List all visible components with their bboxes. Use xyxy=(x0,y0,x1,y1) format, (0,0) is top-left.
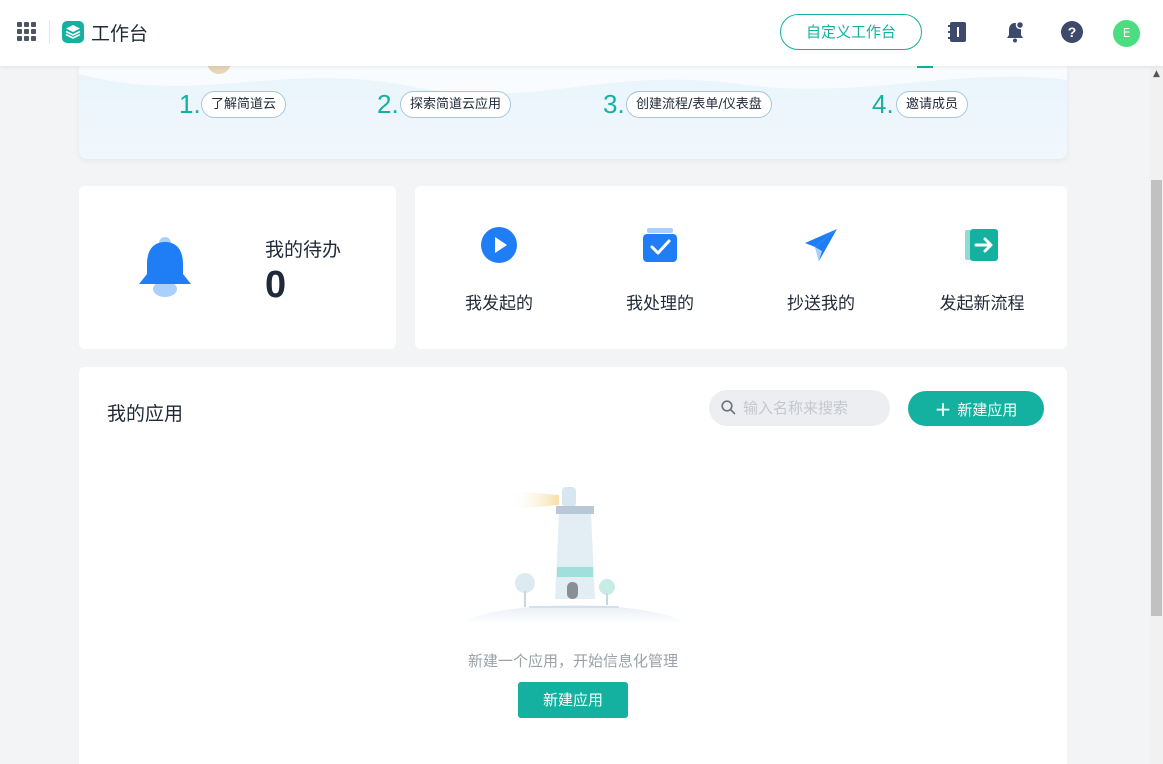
help-icon[interactable]: ? xyxy=(1060,20,1084,44)
new-app-button-label: 新建应用 xyxy=(957,401,1018,419)
quick-action-label: 我发起的 xyxy=(465,294,533,314)
play-circle-icon xyxy=(481,227,517,263)
app-title: 工作台 xyxy=(91,23,149,45)
step-pill-learn[interactable]: 了解简道云 xyxy=(201,91,287,118)
scrollbar-thumb[interactable] xyxy=(1151,180,1162,616)
step-pill-create[interactable]: 创建流程/表单/仪表盘 xyxy=(626,91,772,118)
step-pill-invite[interactable]: 邀请成员 xyxy=(896,91,969,118)
empty-state-text: 新建一个应用，开始信息化管理 xyxy=(467,652,678,670)
my-apps-card: 我的应用 +新建应用 新建一个应用，开 xyxy=(79,367,1067,764)
lighthouse-illustration xyxy=(459,487,689,624)
layers-logo-icon xyxy=(62,21,84,43)
enter-door-icon xyxy=(965,229,998,261)
quick-action-cc[interactable]: 抄送我的 xyxy=(741,186,901,349)
paper-plane-icon xyxy=(805,229,837,261)
new-app-button[interactable]: + 新建应用 xyxy=(908,391,1044,426)
search-input[interactable] xyxy=(743,396,883,420)
quick-action-label: 发起新流程 xyxy=(939,294,1025,314)
header-divider xyxy=(49,20,50,44)
step-number-3: 3. xyxy=(603,89,625,119)
empty-state-new-app-button[interactable]: 新建应用 xyxy=(518,682,628,718)
step-number-1: 1. xyxy=(179,89,201,119)
check-box-icon xyxy=(643,228,677,262)
customize-workspace-button[interactable]: 自定义工作台 xyxy=(780,14,922,50)
app-search-box[interactable] xyxy=(709,390,890,426)
top-header: 工作台 自定义工作台 ? E xyxy=(0,0,1163,66)
search-icon xyxy=(721,400,736,415)
todo-card[interactable]: 我的待办 0 xyxy=(79,186,396,349)
step-pill-explore[interactable]: 探索简道云应用 xyxy=(400,91,512,118)
todo-count: 0 xyxy=(265,264,287,306)
bell-icon xyxy=(139,237,191,297)
step-number-4: 4. xyxy=(872,89,894,119)
quick-action-label: 抄送我的 xyxy=(787,294,855,314)
svg-text:?: ? xyxy=(1068,24,1077,40)
quick-action-initiated[interactable]: 我发起的 xyxy=(419,186,579,349)
quick-action-processed[interactable]: 我处理的 xyxy=(580,186,740,349)
onboarding-banner: 1. 了解简道云 2. 探索简道云应用 3. 创建流程/表单/仪表盘 4. 邀请… xyxy=(79,66,1067,159)
quick-actions-card: 我发起的 我处理的 抄送我的 发起新流程 xyxy=(415,186,1067,349)
plus-icon: + xyxy=(934,397,952,421)
my-apps-title: 我的应用 xyxy=(107,403,184,425)
scroll-up-arrow-icon[interactable]: ▲ xyxy=(1150,66,1163,80)
step-number-2: 2. xyxy=(377,89,399,119)
quick-action-new-flow[interactable]: 发起新流程 xyxy=(902,186,1062,349)
user-avatar[interactable]: E xyxy=(1113,20,1140,47)
notebook-icon[interactable] xyxy=(946,20,970,44)
todo-title: 我的待办 xyxy=(265,239,342,261)
notification-bell-icon[interactable] xyxy=(1003,20,1027,44)
quick-action-label: 我处理的 xyxy=(626,294,694,314)
app-grid-icon[interactable] xyxy=(17,22,37,42)
